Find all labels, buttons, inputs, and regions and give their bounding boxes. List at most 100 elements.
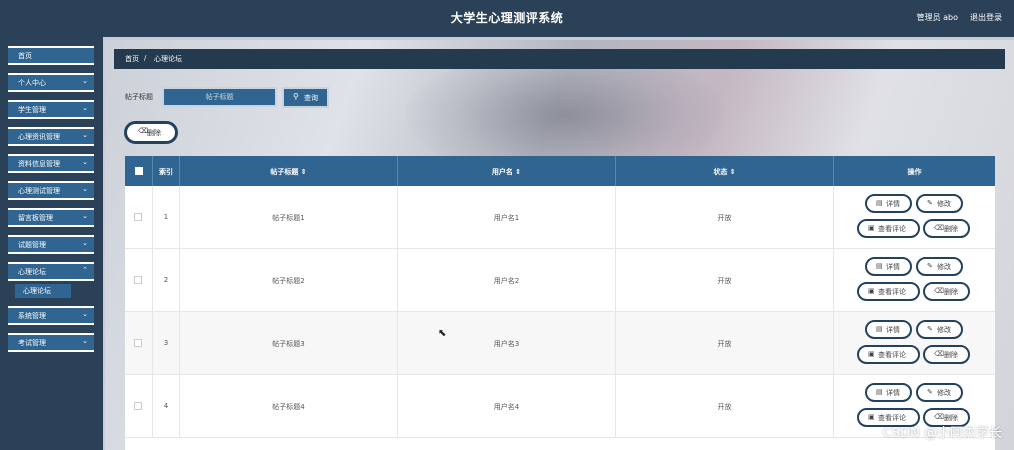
detail-button[interactable]: ▤ 详情 [865, 383, 912, 402]
comments-icon: ▣ [868, 287, 875, 295]
select-all-checkbox[interactable] [135, 167, 143, 175]
row-checkbox[interactable] [134, 213, 142, 221]
row-select-cell [125, 312, 153, 375]
sidebar-item-home[interactable]: 首页 [8, 46, 94, 65]
row-status-cell: 开放 [616, 186, 834, 249]
chevron-down-icon: ⌄ [82, 337, 88, 345]
sidebar-item-label: 心理资讯管理 [18, 133, 60, 141]
detail-icon: ▤ [876, 325, 883, 333]
detail-button[interactable]: ▤ 详情 [865, 194, 912, 213]
detail-button-label: 详情 [886, 389, 900, 397]
sidebar-item-question-management[interactable]: 试题管理 ⌄ [8, 235, 94, 254]
row-username-cell: 用户名2 [398, 249, 616, 312]
row-select-cell [125, 186, 153, 249]
detail-icon: ▤ [876, 388, 883, 396]
detail-button[interactable]: ▤ 详情 [865, 257, 912, 276]
edit-button[interactable]: ✎ 修改 [916, 194, 963, 213]
table-row: 1 帖子标题1 用户名1 开放 ▤ 详情 ✎ 修改 ▣ 查看评论 ⌫ 删除 [125, 186, 995, 249]
delete-button[interactable]: ⌫ 删除 [923, 219, 970, 238]
delete-button[interactable]: ⌫ 删除 [923, 282, 970, 301]
detail-icon: ▤ [876, 199, 883, 207]
sidebar-subitem-forum[interactable]: 心理论坛 [15, 284, 71, 298]
edit-button[interactable]: ✎ 修改 [916, 383, 963, 402]
row-status: 开放 [717, 214, 732, 222]
header-status[interactable]: 状态 ⇕ [616, 156, 834, 186]
row-index: 1 [163, 213, 169, 221]
sidebar-item-personal-center[interactable]: 个人中心 ⌄ [8, 73, 94, 92]
header-actions-label: 操作 [907, 168, 922, 176]
sidebar-item-label: 留言板管理 [18, 214, 53, 222]
top-header: 大学生心理测评系统 管理员 abo 退出登录 [0, 0, 1014, 37]
search-input[interactable] [162, 87, 277, 107]
edit-button-label: 修改 [937, 326, 951, 334]
row-username-cell: 用户名3 [398, 312, 616, 375]
header-username[interactable]: 用户名 ⇕ [398, 156, 616, 186]
detail-button[interactable]: ▤ 详情 [865, 320, 912, 339]
edit-button[interactable]: ✎ 修改 [916, 257, 963, 276]
delete-button[interactable]: ⌫ 删除 [923, 345, 970, 364]
comments-icon: ▣ [868, 350, 875, 358]
batch-delete-button[interactable]: ⌫ 删除 [124, 121, 178, 144]
comments-icon: ▣ [868, 413, 875, 421]
breadcrumb-home[interactable]: 首页 [125, 54, 139, 64]
trash-icon: ⌫ [934, 224, 944, 232]
row-checkbox[interactable] [134, 402, 142, 410]
header-title[interactable]: 帖子标题 ⇕ [180, 156, 398, 186]
row-actions-cell: ▤ 详情 ✎ 修改 ▣ 查看评论 ⌫ 删除 [834, 249, 995, 312]
detail-icon: ▤ [876, 262, 883, 270]
row-status-cell: 开放 [616, 312, 834, 375]
sidebar-item-forum[interactable]: 心理论坛 ⌃ [8, 262, 94, 281]
row-status-cell: 开放 [616, 375, 834, 438]
row-checkbox[interactable] [134, 276, 142, 284]
edit-button-label: 修改 [937, 200, 951, 208]
table-header: 索引 帖子标题 ⇕ 用户名 ⇕ 状态 ⇕ 操作 [125, 156, 995, 186]
trash-icon: ⌫ [934, 413, 944, 421]
row-title-cell: 帖子标题1 [180, 186, 398, 249]
view-comments-button[interactable]: ▣ 查看评论 [857, 345, 920, 364]
sidebar-item-label: 系统管理 [18, 312, 46, 320]
edit-button[interactable]: ✎ 修改 [916, 320, 963, 339]
sidebar-item-exam-management[interactable]: 考试管理 ⌄ [8, 333, 94, 352]
row-index-cell: 4 [153, 375, 180, 438]
breadcrumb-current: 心理论坛 [154, 55, 182, 63]
table-row: 2 帖子标题2 用户名2 开放 ▤ 详情 ✎ 修改 ▣ 查看评论 ⌫ 删除 [125, 249, 995, 312]
search-icon: ⚲ [293, 92, 299, 101]
sidebar-item-test-management[interactable]: 心理测试管理 ⌄ [8, 181, 94, 200]
row-username: 用户名4 [493, 403, 520, 411]
sidebar: 首页 个人中心 ⌄ 学生管理 ⌄ 心理资讯管理 ⌄ 资料信息管理 ⌄ 心理测试管… [0, 37, 103, 450]
table-row: 4 帖子标题4 用户名4 开放 ▤ 详情 ✎ 修改 ▣ 查看评论 ⌫ 删除 [125, 375, 995, 438]
sidebar-item-resource-management[interactable]: 资料信息管理 ⌄ [8, 154, 94, 173]
logout-link[interactable]: 退出登录 [970, 12, 1002, 23]
sidebar-item-system-management[interactable]: 系统管理 ⌄ [8, 306, 94, 325]
row-title-cell: 帖子标题4 [180, 375, 398, 438]
sidebar-item-student-management[interactable]: 学生管理 ⌄ [8, 100, 94, 119]
sidebar-item-message-board[interactable]: 留言板管理 ⌄ [8, 208, 94, 227]
sidebar-item-label: 考试管理 [18, 339, 46, 347]
table-row: 3 帖子标题3 用户名3 开放 ▤ 详情 ✎ 修改 ▣ 查看评论 ⌫ 删除 [125, 312, 995, 375]
row-checkbox[interactable] [134, 339, 142, 347]
trash-icon: ⌫ [934, 287, 944, 295]
delete-button-label: 删除 [944, 288, 958, 296]
view-comments-button[interactable]: ▣ 查看评论 [857, 219, 920, 238]
chevron-down-icon: ⌄ [82, 104, 88, 112]
chevron-down-icon: ⌄ [82, 131, 88, 139]
view-comments-button[interactable]: ▣ 查看评论 [857, 282, 920, 301]
row-index-cell: 1 [153, 186, 180, 249]
row-username: 用户名1 [493, 214, 520, 222]
sidebar-item-label: 首页 [18, 52, 32, 60]
chevron-down-icon: ⌄ [82, 158, 88, 166]
edit-icon: ✎ [927, 262, 933, 270]
query-button[interactable]: ⚲ 查询 [282, 87, 329, 108]
edit-icon: ✎ [927, 388, 933, 396]
chevron-down-icon: ⌄ [82, 77, 88, 85]
row-actions-cell: ▤ 详情 ✎ 修改 ▣ 查看评论 ⌫ 删除 [834, 186, 995, 249]
header-select-cell [125, 156, 153, 186]
sidebar-item-news-management[interactable]: 心理资讯管理 ⌄ [8, 127, 94, 146]
chevron-down-icon: ⌄ [82, 310, 88, 318]
row-username-cell: 用户名4 [398, 375, 616, 438]
chevron-down-icon: ⌄ [82, 185, 88, 193]
row-title: 帖子标题1 [272, 214, 305, 222]
header-index-label: 索引 [159, 168, 173, 176]
row-title: 帖子标题4 [272, 403, 305, 411]
edit-button-label: 修改 [937, 389, 951, 397]
